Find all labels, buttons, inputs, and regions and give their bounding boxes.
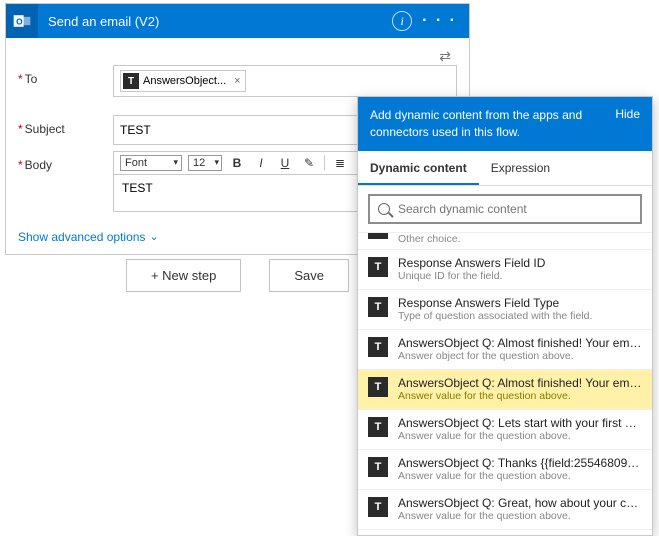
- dc-item-title: AnswersObject Q: Thanks {{field:25546809…: [398, 456, 642, 470]
- dc-item-sub: Other choice.: [398, 233, 460, 245]
- typeform-icon: T: [368, 297, 388, 317]
- dc-search-input[interactable]: [398, 202, 632, 216]
- save-button[interactable]: Save: [269, 259, 349, 292]
- more-icon[interactable]: · · ·: [422, 12, 457, 30]
- action-header[interactable]: O Send an email (V2) i · · ·: [6, 4, 469, 38]
- dc-item-title: Response Answers Field Type: [398, 296, 642, 310]
- dc-item-sub: Answer value for the question above.: [398, 390, 642, 402]
- typeform-icon: T: [368, 377, 388, 397]
- dc-item[interactable]: T Response Answers Field TypeType of ques…: [358, 290, 652, 330]
- dc-item-text: AnswersObject Q: Great, how about your c…: [398, 496, 642, 522]
- dc-item-text: AnswersObject Q: Almost finished! Your e…: [398, 336, 642, 362]
- dc-item-title: AnswersObject Q: Lets start with your fi…: [398, 416, 642, 430]
- tab-dynamic-content[interactable]: Dynamic content: [358, 151, 479, 185]
- bold-icon[interactable]: B: [228, 156, 246, 170]
- dc-item-text: Response Answers Field IDUnique ID for t…: [398, 256, 642, 282]
- dc-item[interactable]: T AnswersObject Q: Almost finished! Your …: [358, 330, 652, 370]
- dc-item-sub: Answer value for the question above.: [398, 510, 642, 522]
- typeform-icon: T: [368, 417, 388, 437]
- dc-item[interactable]: T AnswersObject Q: Almost finished! Your …: [358, 370, 652, 410]
- outlook-icon: O: [6, 4, 38, 38]
- dc-item-text: AnswersObject Q: Almost finished! Your e…: [398, 376, 642, 402]
- new-step-button[interactable]: + New step: [126, 259, 241, 292]
- dc-item-sub: Answer value for the question above.: [398, 430, 642, 442]
- size-select[interactable]: 12: [188, 155, 222, 171]
- dc-item-sub: Unique ID for the field.: [398, 270, 642, 282]
- typeform-icon: T: [368, 457, 388, 477]
- dc-item-text: AnswersObject Q: Lets start with your fi…: [398, 416, 642, 442]
- dc-item-sub: Answer object for the question above.: [398, 350, 642, 362]
- search-icon: [378, 203, 390, 215]
- dc-item-title: AnswersObject Q: Almost finished! Your e…: [398, 336, 642, 350]
- svg-text:O: O: [16, 16, 23, 26]
- dc-header: Add dynamic content from the apps and co…: [358, 97, 652, 151]
- typeform-icon: T: [368, 337, 388, 357]
- dc-item-title: Response Answers Field ID: [398, 256, 642, 270]
- token-label: AnswersObject...: [143, 75, 226, 87]
- header-actions: i · · ·: [392, 11, 469, 31]
- dc-header-text: Add dynamic content from the apps and co…: [370, 107, 605, 141]
- underline-icon[interactable]: U: [276, 156, 294, 170]
- to-input[interactable]: T AnswersObject... ×: [113, 65, 457, 97]
- dc-item[interactable]: TAnswersObject Q: Last thing, just need …: [358, 530, 652, 535]
- dc-hide-button[interactable]: Hide: [615, 107, 640, 121]
- dc-item[interactable]: T AnswersObject Q: Thanks {{field:2554680…: [358, 450, 652, 490]
- separator: [324, 155, 325, 171]
- dc-item[interactable]: T AnswersObject Q: Lets start with your f…: [358, 410, 652, 450]
- dc-list[interactable]: Other choice. T Response Answers Field ID…: [358, 233, 652, 535]
- typeform-icon: T: [368, 497, 388, 517]
- swap-icon[interactable]: ⇄: [18, 48, 457, 65]
- chevron-down-icon: ⌄: [149, 230, 158, 243]
- clear-format-icon[interactable]: ✎: [300, 156, 318, 170]
- subject-label: *Subject: [18, 115, 113, 136]
- dc-item-partial[interactable]: Other choice.: [358, 233, 652, 250]
- body-label: *Body: [18, 151, 113, 172]
- dynamic-content-panel: Add dynamic content from the apps and co…: [357, 96, 653, 536]
- advanced-link[interactable]: Show advanced options⌄: [18, 230, 159, 244]
- dc-search[interactable]: [368, 194, 642, 224]
- to-token[interactable]: T AnswersObject... ×: [120, 70, 246, 92]
- info-icon[interactable]: i: [392, 11, 412, 31]
- dc-item-title: AnswersObject Q: Almost finished! Your e…: [398, 376, 642, 390]
- dc-item-sub: Answer value for the question above.: [398, 470, 642, 482]
- action-title: Send an email (V2): [38, 14, 392, 29]
- token-remove-icon[interactable]: ×: [234, 75, 240, 87]
- bullets-icon[interactable]: ≣: [331, 156, 349, 170]
- dc-item[interactable]: T Response Answers Field IDUnique ID for …: [358, 250, 652, 290]
- dc-item-sub: Type of question associated with the fie…: [398, 310, 642, 322]
- typeform-icon: T: [123, 73, 139, 89]
- dc-item-title: AnswersObject Q: Great, how about your c…: [398, 496, 642, 510]
- dc-tabs: Dynamic content Expression: [358, 151, 652, 186]
- to-row: *To T AnswersObject... ×: [18, 65, 457, 97]
- tab-expression[interactable]: Expression: [479, 151, 562, 185]
- to-label: *To: [18, 65, 113, 86]
- typeform-icon: T: [368, 257, 388, 277]
- dc-item-text: Response Answers Field TypeType of quest…: [398, 296, 642, 322]
- italic-icon[interactable]: I: [252, 156, 270, 170]
- font-select[interactable]: Font: [120, 155, 182, 171]
- dc-search-wrap: [358, 186, 652, 233]
- typeform-icon: [368, 233, 388, 239]
- dc-item-text: AnswersObject Q: Thanks {{field:25546809…: [398, 456, 642, 482]
